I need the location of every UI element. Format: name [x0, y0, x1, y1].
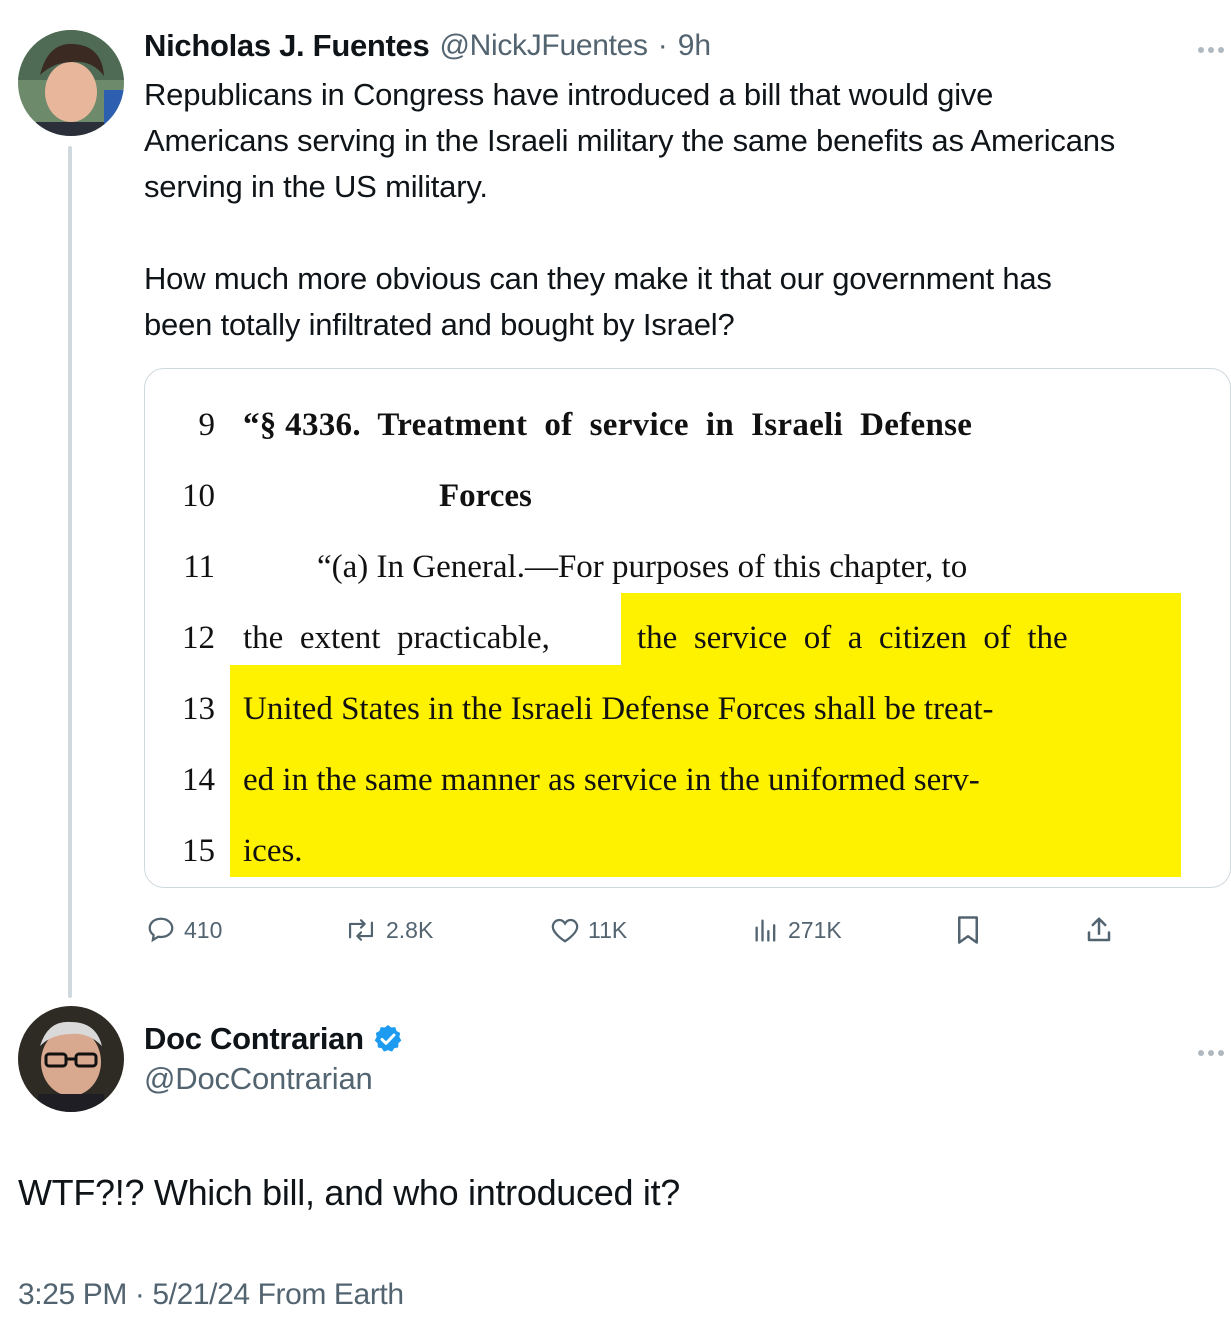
tweet-header: Nicholas J. Fuentes @NickJFuentes · 9h — [144, 25, 711, 67]
like-count: 11K — [588, 916, 628, 943]
line-text: ed in the same manner as service in the … — [243, 762, 980, 798]
doc-line: 9 “§ 4336. Treatment of service in Israe… — [145, 381, 1230, 452]
doc-line: 11 “(a) In General.—For purposes of this… — [145, 523, 1230, 594]
tweet-time[interactable]: 9h — [678, 29, 711, 63]
like-button[interactable]: 11K — [550, 910, 627, 950]
views-icon — [755, 919, 776, 942]
line-number: 14 — [182, 762, 215, 798]
author-name[interactable]: Nicholas J. Fuentes — [144, 28, 430, 64]
line-text: “§ 4336. Treatment of service in Israeli… — [243, 407, 973, 443]
line-number: 12 — [182, 620, 215, 656]
reply-count: 410 — [184, 916, 223, 943]
line-text: “(a) In General.—For purposes of this ch… — [317, 549, 968, 585]
more-options-button[interactable] — [1196, 30, 1226, 62]
reply-icon — [148, 917, 174, 943]
share-button[interactable] — [1084, 910, 1114, 950]
reply-author-handle[interactable]: @DocContrarian — [144, 1061, 373, 1097]
author-handle[interactable]: @NickJFuentes — [439, 29, 648, 63]
line-text: the extent practicable, — [243, 620, 550, 656]
reply-timestamp[interactable]: 3:25 PM · 5/21/24 From Earth — [18, 1278, 404, 1312]
tweet-body: Republicans in Congress have introduced … — [144, 77, 1116, 342]
avatar-image — [18, 30, 124, 136]
line-number: 11 — [183, 549, 215, 585]
header-separator: · — [657, 29, 668, 62]
line-number: 10 — [182, 478, 215, 514]
highlighted-text: the service of a citizen of the — [637, 620, 1068, 656]
line-text: ices. — [243, 833, 303, 869]
line-text: Forces — [439, 478, 532, 514]
repost-button[interactable]: 2.8K — [344, 910, 433, 950]
reply-more-options-button[interactable] — [1196, 1033, 1226, 1065]
share-icon — [1087, 917, 1111, 942]
line-number: 15 — [182, 833, 215, 869]
avatar-nicholas-fuentes[interactable] — [18, 30, 124, 136]
reply-text: WTF?!? Which bill, and who introduced it… — [18, 1172, 680, 1213]
line-number: 13 — [182, 691, 215, 727]
more-horizontal-icon — [1198, 1050, 1224, 1056]
line-number: 9 — [198, 407, 216, 443]
more-horizontal-icon — [1198, 47, 1224, 53]
avatar-doc-contrarian[interactable] — [18, 1006, 124, 1112]
doc-line: 13 United States in the Israeli Defense … — [145, 665, 1230, 736]
doc-line: 12 the extent practicable, the service o… — [145, 594, 1230, 665]
reply-author-name[interactable]: Doc Contrarian — [144, 1021, 364, 1057]
views-count: 271K — [788, 916, 842, 943]
reply-author-row: Doc Contrarian — [144, 1018, 404, 1060]
thread-connector-line — [68, 146, 72, 998]
bookmark-icon — [958, 916, 978, 944]
views-button[interactable]: 271K — [752, 910, 842, 950]
verified-badge-icon — [374, 1025, 402, 1052]
repost-icon — [348, 919, 374, 941]
bookmark-button[interactable] — [955, 910, 981, 950]
doc-line: 10 Forces — [145, 452, 1230, 523]
repost-count: 2.8K — [386, 916, 434, 943]
attached-document-image[interactable]: 9 “§ 4336. Treatment of service in Israe… — [144, 368, 1231, 888]
line-text: United States in the Israeli Defense For… — [243, 691, 994, 727]
avatar-image — [18, 1006, 124, 1112]
reply-button[interactable]: 410 — [146, 910, 222, 950]
doc-line: 14 ed in the same manner as service in t… — [145, 736, 1230, 807]
doc-line: 15 ices. — [145, 807, 1230, 878]
heart-icon — [551, 918, 579, 943]
